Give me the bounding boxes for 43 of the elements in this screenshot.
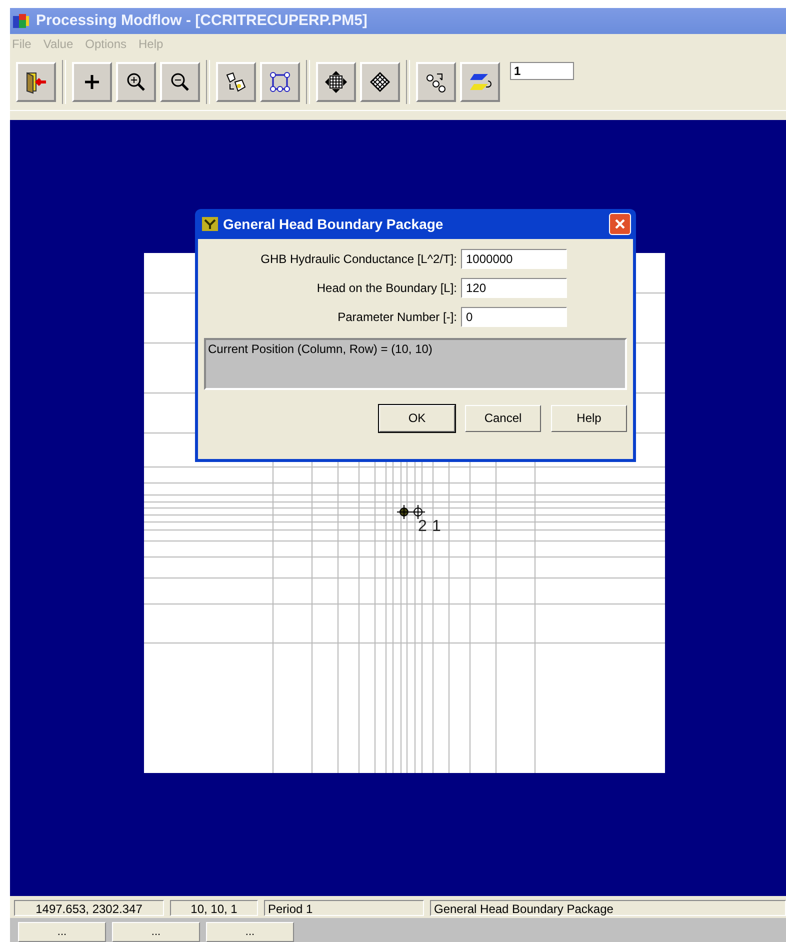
field-label: Head on the Boundary [L]:	[316, 280, 457, 295]
toolbar-button[interactable]	[460, 62, 500, 102]
status-field: 1497.653, 2302.347	[14, 900, 164, 916]
toolbar-button[interactable]	[360, 62, 400, 102]
exit-door-icon	[24, 70, 48, 94]
dialog-title: General Head Boundary Package	[223, 216, 444, 232]
bottom-button[interactable]: ...	[18, 922, 106, 942]
app-icon	[12, 12, 30, 29]
marker-label: 2	[418, 518, 427, 535]
grid-icon	[368, 70, 392, 94]
marker-label: 1	[432, 518, 441, 535]
close-icon	[614, 218, 626, 230]
toolbar-button[interactable]	[160, 62, 200, 102]
dialog-button[interactable]: Help	[551, 404, 627, 432]
layer-field[interactable]: 1	[510, 62, 574, 80]
position-text: Current Position (Column, Row) = (10, 10)	[208, 342, 432, 356]
toolbar-button[interactable]	[72, 62, 112, 102]
close-button[interactable]	[609, 212, 631, 235]
field-label: GHB Hydraulic Conductance [L^2/T]:	[260, 252, 457, 266]
input-field[interactable]: 1000000	[461, 248, 567, 269]
toolbar-button[interactable]	[316, 62, 356, 102]
toolbar-button[interactable]	[216, 62, 256, 102]
input-field[interactable]: 120	[461, 278, 567, 298]
toolbar-button[interactable]	[16, 62, 56, 102]
bottom-button[interactable]: ...	[112, 922, 200, 942]
hollow-marker-icon	[410, 504, 426, 520]
shapes-icon	[224, 70, 248, 94]
move-grid-icon	[324, 70, 348, 94]
toolbar-button[interactable]	[416, 62, 456, 102]
dialog-button[interactable]: OK	[379, 404, 455, 432]
toolbar-button[interactable]	[260, 62, 300, 102]
status-field: General Head Boundary Package	[430, 900, 786, 916]
bottom-button[interactable]: ...	[206, 922, 294, 942]
dialog-icon	[202, 216, 218, 231]
polygon-nodes-icon	[268, 70, 292, 94]
toolbar-button[interactable]	[116, 62, 156, 102]
status-field: 10, 10, 1	[170, 900, 258, 916]
field-label: Parameter Number [-]:	[338, 310, 457, 324]
input-field[interactable]: 0	[461, 306, 567, 327]
filled-marker-icon	[396, 504, 412, 520]
window-title: Processing Modflow - [CCRITRECUPERP.PM5]	[36, 12, 368, 30]
dialog-button[interactable]: Cancel	[465, 404, 541, 432]
status-field: Period 1	[264, 900, 424, 916]
